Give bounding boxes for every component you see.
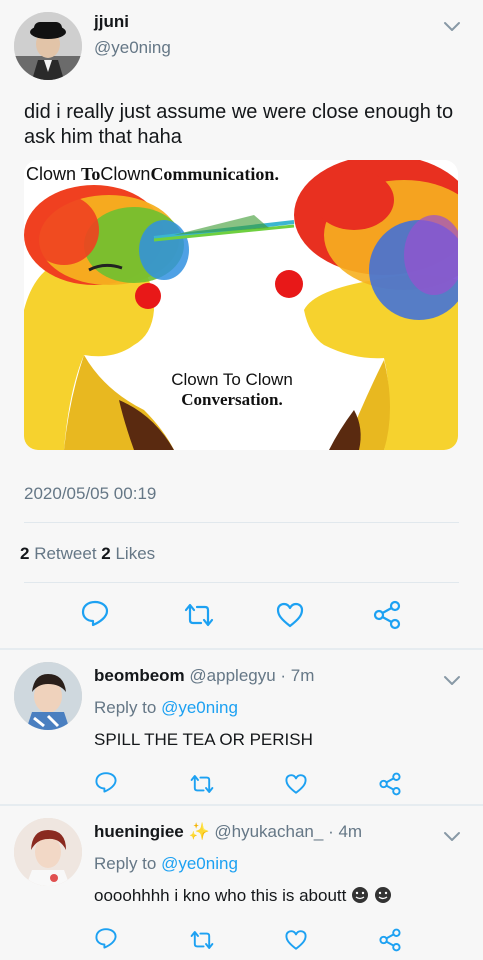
reply-text-row: oooohhhh i kno who this is aboutt [94,886,392,906]
reply-to-handle[interactable]: @ye0ning [161,698,238,717]
author-name[interactable]: jjuni [94,12,129,32]
avatar[interactable] [14,12,82,80]
emoji-icon [352,887,369,903]
share-icon[interactable] [372,600,402,630]
reply-to-label: Reply to [94,854,162,873]
meme-caption-word: Clown [26,164,77,184]
tweet-header: jjuni @ye0ning [0,0,483,90]
meme-caption-word: To [81,164,101,184]
reply-icon[interactable] [80,598,110,628]
meme-caption-word: Communication. [150,164,279,184]
retweet-icon[interactable] [184,600,214,630]
tweet-text: did i really just assume we were close e… [24,101,454,148]
reply-time: · 4m [328,822,363,841]
divider [24,582,459,583]
tweet-timestamp: 2020/05/05 00:19 [24,484,157,503]
chevron-down-icon[interactable] [442,826,462,846]
reply-time: · 7m [280,666,315,685]
reply-tweet[interactable]: hueningiee ✨ @hyukachan_ · 4m Reply to @… [0,806,483,960]
avatar[interactable] [14,662,82,730]
reply-author-name[interactable]: hueningiee [94,822,184,841]
meme-bottom-line: Clown To Clown [171,370,293,389]
reply-to-handle[interactable]: @ye0ning [161,854,238,873]
meme-top-caption: Clown ToClownCommunication. [26,164,279,185]
reply-icon[interactable] [94,770,118,794]
chevron-down-icon[interactable] [442,670,462,690]
reply-text: SPILL THE TEA OR PERISH [94,730,313,749]
meme-bottom-caption: Clown To Clown Conversation. [162,370,302,410]
like-icon[interactable] [284,928,308,952]
retweet-label[interactable]: Retweet [29,544,101,563]
avatar-image [14,662,82,730]
like-count[interactable]: 2 [101,544,110,563]
reply-to-line: Reply to @ye0ning [94,854,238,874]
share-icon[interactable] [378,772,402,796]
divider [24,522,459,523]
author-handle[interactable]: @ye0ning [94,38,171,58]
avatar[interactable] [14,818,82,886]
reply-author-handle[interactable]: @applegyu [189,666,275,685]
reply-to-line: Reply to @ye0ning [94,698,238,718]
meme-caption-word: Clown [100,164,151,184]
share-icon[interactable] [378,928,402,952]
reply-author: beombeom @applegyu · 7m [94,666,314,686]
reply-author: hueningiee ✨ @hyukachan_ · 4m [94,822,362,842]
retweet-icon[interactable] [190,928,214,952]
avatar-image [14,12,82,80]
reply-text: oooohhhh i kno who this is aboutt [94,886,347,905]
reply-to-label: Reply to [94,698,162,717]
reply-author-handle[interactable]: @hyukachan_ [214,822,323,841]
emoji-icon [374,887,391,903]
chevron-down-icon[interactable] [442,16,462,36]
retweet-icon[interactable] [190,772,214,796]
avatar-image [14,818,82,886]
sparkle-icon: ✨ [188,822,210,841]
reply-author-name[interactable]: beombeom [94,666,185,685]
tweet-media[interactable]: Clown ToClownCommunication. Clown To Clo… [24,160,458,450]
reply-tweet[interactable]: beombeom @applegyu · 7m Reply to @ye0nin… [0,650,483,800]
like-icon[interactable] [284,772,308,796]
reply-icon[interactable] [94,926,118,950]
meme-bottom-line: Conversation. [181,390,283,409]
tweet-stats: 2 Retweet 2 Likes [20,544,155,564]
like-label[interactable]: Likes [111,544,155,563]
like-icon[interactable] [275,600,305,630]
